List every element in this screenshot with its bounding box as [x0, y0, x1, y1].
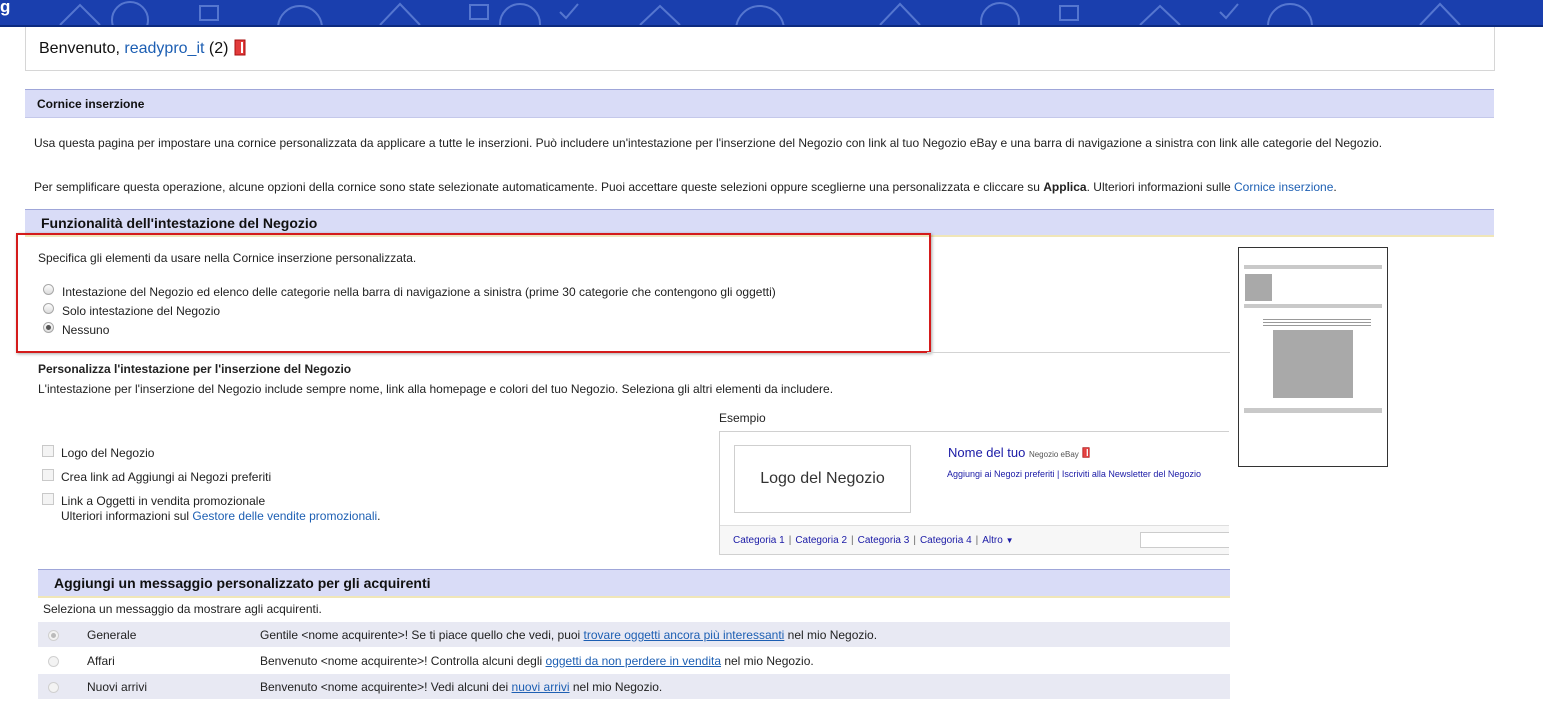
example-category-more: Altro [982, 535, 1003, 546]
example-category: Categoria 3 [857, 535, 910, 546]
messages-instruction: Seleziona un messaggio da mostrare agli … [43, 602, 322, 616]
message-link[interactable]: oggetti da non perdere in vendita [546, 654, 721, 668]
option-header-only-label: Solo intestazione del Negozio [62, 304, 221, 318]
welcome-prefix: Benvenuto, [39, 40, 125, 57]
checkbox-promo-items-label: Link a Oggetti in vendita promozionale [61, 494, 266, 508]
message-post: nel mio Negozio. [721, 654, 814, 668]
message-text: Benvenuto <nome acquirente>! Vedi alcuni… [260, 680, 662, 694]
features-instruction: Specifica gli elementi da usare nella Co… [38, 251, 417, 265]
checkbox-promo-items[interactable] [42, 493, 54, 505]
frame-info-link[interactable]: Cornice inserzione [1234, 180, 1333, 194]
message-name: Affari [87, 654, 115, 668]
section-header-features-title: Funzionalità dell'intestazione del Negoz… [41, 215, 318, 231]
banner-pattern [59, 1, 1461, 25]
example-label: Esempio [719, 411, 766, 425]
example-store-links: Aggiungi ai Negozi preferiti | Iscriviti… [947, 469, 1201, 479]
radio-header-and-categories[interactable] [43, 284, 54, 295]
option-none-label: Nessuno [62, 323, 110, 337]
welcome-line: Benvenuto, readypro_it (2) [39, 39, 246, 58]
frame-intro-paragraph: Usa questa pagina per impostare una corn… [34, 136, 1383, 150]
radio-generale[interactable] [48, 630, 59, 641]
welcome-box: Benvenuto, readypro_it (2) [25, 27, 1495, 71]
example-store-name: Nome del tuo Negozio eBay [948, 445, 1090, 460]
option-header-and-categories-label: Intestazione del Negozio ed elenco delle… [62, 285, 776, 299]
preview-text-line [1263, 322, 1371, 323]
chevron-down-icon: ▼ [1005, 536, 1014, 545]
radio-affari[interactable] [48, 656, 59, 667]
brand-text: g [0, 0, 11, 16]
para2-mid: . Ulteriori informazioni sulle [1086, 180, 1234, 194]
section-messages: Aggiungi un messaggio personalizzato per… [38, 569, 1230, 598]
message-text: Benvenuto <nome acquirente>! Controlla a… [260, 654, 814, 668]
top-banner: g [0, 0, 1543, 27]
para2-end: . [1333, 180, 1337, 194]
preview-content-block [1273, 330, 1353, 398]
frame-layout-preview [1238, 247, 1388, 467]
message-name: Generale [87, 628, 137, 642]
feedback-count: (2) [208, 40, 229, 57]
message-text: Gentile <nome acquirente>! Se ti piace q… [260, 628, 877, 642]
section-messages-title: Aggiungi un messaggio personalizzato per… [54, 575, 431, 591]
message-name: Nuovi arrivi [87, 680, 148, 694]
message-row-nuovi-arrivi[interactable]: Nuovi arrivi Benvenuto <nome acquirente>… [38, 674, 1230, 699]
message-row-generale[interactable]: Generale Gentile <nome acquirente>! Se t… [38, 622, 1230, 647]
example-logo-box: Logo del Negozio [734, 445, 911, 513]
radio-nuovi-arrivi[interactable] [48, 682, 59, 693]
customize-description: L'intestazione per l'inserzione del Nego… [38, 382, 834, 396]
preview-footer-bar [1244, 408, 1382, 413]
example-category: Categoria 2 [795, 535, 848, 546]
checkbox-store-logo-label: Logo del Negozio [61, 446, 155, 460]
preview-header-bar [1244, 265, 1382, 269]
section-frame-title: Cornice inserzione [37, 97, 145, 111]
message-post: nel mio Negozio. [569, 680, 663, 694]
checkbox-favorite-stores-label: Crea link ad Aggiungi ai Negozi preferit… [61, 470, 272, 484]
store-door-icon [1082, 447, 1090, 458]
message-post: nel mio Negozio. [784, 628, 878, 642]
user-link[interactable]: readypro_it [124, 40, 204, 57]
checkbox-store-logo[interactable] [42, 445, 54, 457]
message-row-affari[interactable]: Affari Benvenuto <nome acquirente>! Cont… [38, 648, 1230, 673]
example-store-suffix: Negozio eBay [1028, 450, 1079, 459]
message-link[interactable]: nuovi arrivi [512, 680, 570, 694]
example-category: Categoria 4 [919, 535, 972, 546]
message-link[interactable]: trovare oggetti ancora più interessanti [584, 628, 785, 642]
apply-word: Applica [1043, 180, 1087, 194]
promo-note-text: Ulteriori informazioni sul [61, 509, 193, 523]
example-search-box [1140, 532, 1229, 548]
divider [927, 352, 1230, 353]
store-door-icon [234, 39, 246, 56]
example-category-nav: Categoria 1 | Categoria 2 | Categoria 3 | Cate… [720, 525, 1229, 554]
radio-none[interactable] [43, 322, 54, 333]
example-store-header: Logo del Negozio Nome del tuo Negozio eB… [719, 431, 1229, 555]
example-categories: Categoria 1 | Categoria 2 | Categoria 3 | Cate… [733, 535, 1014, 546]
example-category: Categoria 1 [733, 535, 785, 546]
preview-nav-bar [1244, 304, 1382, 308]
promo-manager-link[interactable]: Gestore delle vendite promozionali [192, 509, 377, 523]
customize-title: Personalizza l'intestazione per l'inserz… [38, 362, 352, 376]
message-pre: Benvenuto <nome acquirente>! Vedi alcuni… [260, 680, 512, 694]
radio-header-only[interactable] [43, 303, 54, 314]
section-frame-header: Cornice inserzione [25, 89, 1494, 118]
message-pre: Benvenuto <nome acquirente>! Controlla a… [260, 654, 546, 668]
checkbox-favorite-stores[interactable] [42, 469, 54, 481]
frame-selection-paragraph: Per semplificare questa operazione, alcu… [34, 180, 1474, 195]
para2-pre: Per semplificare questa operazione, alcu… [34, 180, 1044, 194]
preview-logo-block [1245, 274, 1272, 301]
promo-note-end: . [377, 509, 381, 523]
preview-text-line [1263, 319, 1371, 320]
message-pre: Gentile <nome acquirente>! Se ti piace q… [260, 628, 584, 642]
example-store-name-text: Nome del tuo [948, 445, 1026, 460]
preview-text-line [1263, 325, 1371, 326]
promo-note: Ulteriori informazioni sul Gestore delle… [61, 509, 381, 523]
